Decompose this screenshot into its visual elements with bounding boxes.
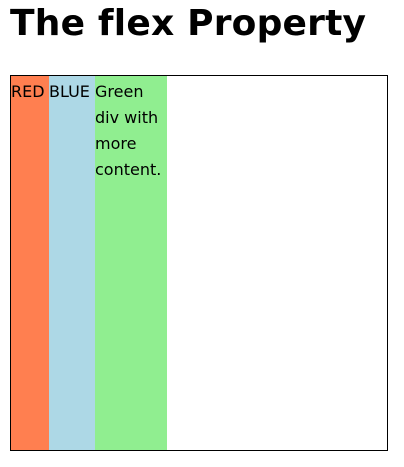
flex-container: RED BLUE Green div with more content. (10, 75, 388, 451)
red-flex-item: RED (11, 76, 49, 450)
green-flex-item: Green div with more content. (95, 76, 167, 450)
page-title: The flex Property (10, 3, 367, 44)
blue-flex-item: BLUE (49, 76, 95, 450)
